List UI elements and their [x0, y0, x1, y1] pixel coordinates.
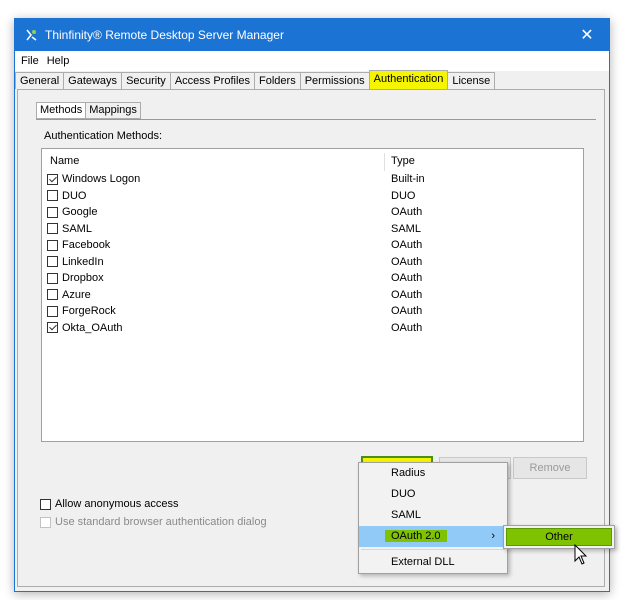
standard-dialog-checkbox[interactable]: [40, 516, 51, 528]
standard-dialog-label: Use standard browser authentication dial…: [55, 516, 267, 528]
method-type: DUO: [391, 189, 416, 202]
method-name: Okta_OAuth: [62, 321, 123, 334]
method-name: Facebook: [62, 239, 111, 251]
tab-access-profiles[interactable]: Access Profiles: [169, 72, 256, 89]
list-item[interactable]: ForgeRock OAuth: [47, 303, 567, 319]
main-tabs: General Gateways Security Access Profile…: [15, 70, 496, 89]
menu-file[interactable]: File: [21, 55, 39, 67]
method-name: Google: [62, 206, 98, 218]
app-icon: [23, 27, 39, 43]
server-manager-window: Thinfinity® Remote Desktop Server Manage…: [14, 18, 610, 592]
menu-item-oauth2[interactable]: OAuth 2.0 ›: [359, 526, 507, 547]
menu-item-saml[interactable]: SAML: [359, 505, 507, 526]
menu-item-label: Radius: [391, 467, 426, 479]
checkbox-azure[interactable]: [47, 289, 58, 300]
subtab-mappings[interactable]: Mappings: [85, 102, 141, 119]
method-name: DUO: [62, 189, 87, 202]
tab-security[interactable]: Security: [121, 72, 171, 89]
tab-general[interactable]: General: [15, 72, 65, 89]
method-type: Built-in: [391, 173, 425, 185]
list-item[interactable]: Dropbox OAuth: [47, 270, 567, 286]
menu-bar: File Help: [15, 51, 609, 71]
authentication-panel: Methods Mappings Authentication Methods:…: [17, 89, 605, 587]
checkbox-duo[interactable]: [47, 190, 58, 201]
method-type: OAuth: [391, 305, 423, 317]
method-type: OAuth: [391, 321, 423, 334]
subtab-methods[interactable]: Methods: [36, 102, 87, 119]
method-name: LinkedIn: [62, 255, 104, 268]
menu-item-label: OAuth 2.0: [385, 530, 447, 542]
method-name: Azure: [62, 288, 91, 301]
method-name: Dropbox: [62, 272, 104, 284]
column-header-type[interactable]: Type: [391, 155, 415, 167]
oauth-submenu: Other: [503, 525, 615, 549]
checkbox-dropbox[interactable]: [47, 272, 58, 284]
menu-item-radius[interactable]: Radius: [359, 463, 507, 484]
menu-item-label: External DLL: [391, 556, 455, 568]
auth-methods-list[interactable]: Name Type Windows Logon Built-in DUO DUO…: [41, 148, 584, 442]
remove-button[interactable]: Remove: [513, 457, 587, 479]
title-bar[interactable]: Thinfinity® Remote Desktop Server Manage…: [15, 19, 609, 51]
window-title: Thinfinity® Remote Desktop Server Manage…: [45, 28, 284, 42]
list-item[interactable]: DUO DUO: [47, 188, 567, 204]
mouse-pointer-icon: [574, 544, 588, 565]
auth-methods-label: Authentication Methods:: [44, 130, 163, 142]
method-type: OAuth: [391, 239, 423, 251]
checkbox-forgerock[interactable]: [47, 305, 58, 317]
close-icon[interactable]: ✕: [565, 19, 609, 51]
checkbox-linkedin[interactable]: [47, 256, 58, 267]
add-dropdown-menu: Radius DUO SAML OAuth 2.0 › External DLL: [358, 462, 508, 574]
tab-folders[interactable]: Folders: [254, 72, 301, 89]
checkbox-windows-logon[interactable]: [47, 173, 58, 185]
chevron-right-icon: ›: [491, 530, 495, 542]
checkbox-saml[interactable]: [47, 223, 58, 234]
checkbox-okta-oauth[interactable]: [47, 322, 58, 333]
menu-item-label: SAML: [391, 509, 421, 521]
method-name: SAML: [62, 222, 92, 235]
list-item[interactable]: Okta_OAuth OAuth: [47, 320, 567, 336]
method-name: ForgeRock: [62, 305, 116, 317]
method-type: SAML: [391, 222, 421, 235]
method-name: Windows Logon: [62, 173, 141, 185]
column-divider[interactable]: [384, 153, 385, 171]
list-header: Name Type: [42, 153, 583, 171]
allow-anonymous-checkbox[interactable]: [40, 498, 51, 510]
method-type: OAuth: [391, 206, 423, 218]
menu-item-duo[interactable]: DUO: [359, 484, 507, 505]
tab-authentication[interactable]: Authentication: [368, 70, 449, 89]
menu-item-label: DUO: [391, 488, 416, 500]
list-item[interactable]: LinkedIn OAuth: [47, 254, 567, 270]
standard-dialog-option[interactable]: Use standard browser authentication dial…: [40, 516, 267, 528]
tab-gateways[interactable]: Gateways: [63, 72, 123, 89]
method-type: OAuth: [391, 272, 423, 284]
allow-anonymous-option[interactable]: Allow anonymous access: [40, 498, 179, 510]
subtab-divider: [36, 119, 596, 120]
checkbox-google[interactable]: [47, 206, 58, 218]
submenu-item-other[interactable]: Other: [506, 528, 612, 546]
list-item[interactable]: Facebook OAuth: [47, 237, 567, 253]
column-header-name[interactable]: Name: [50, 155, 79, 167]
menu-help[interactable]: Help: [47, 55, 70, 67]
sub-tabs: Methods Mappings: [36, 102, 141, 119]
menu-separator: [361, 549, 505, 550]
list-item[interactable]: Azure OAuth: [47, 287, 567, 303]
tab-license[interactable]: License: [447, 72, 496, 89]
list-item[interactable]: Google OAuth: [47, 204, 567, 220]
checkbox-facebook[interactable]: [47, 239, 58, 251]
tab-permissions[interactable]: Permissions: [299, 72, 370, 89]
allow-anonymous-label: Allow anonymous access: [55, 498, 179, 510]
list-item[interactable]: SAML SAML: [47, 221, 567, 237]
list-item[interactable]: Windows Logon Built-in: [47, 171, 567, 187]
method-type: OAuth: [391, 255, 423, 268]
menu-item-external-dll[interactable]: External DLL: [359, 552, 507, 573]
method-type: OAuth: [391, 288, 423, 301]
